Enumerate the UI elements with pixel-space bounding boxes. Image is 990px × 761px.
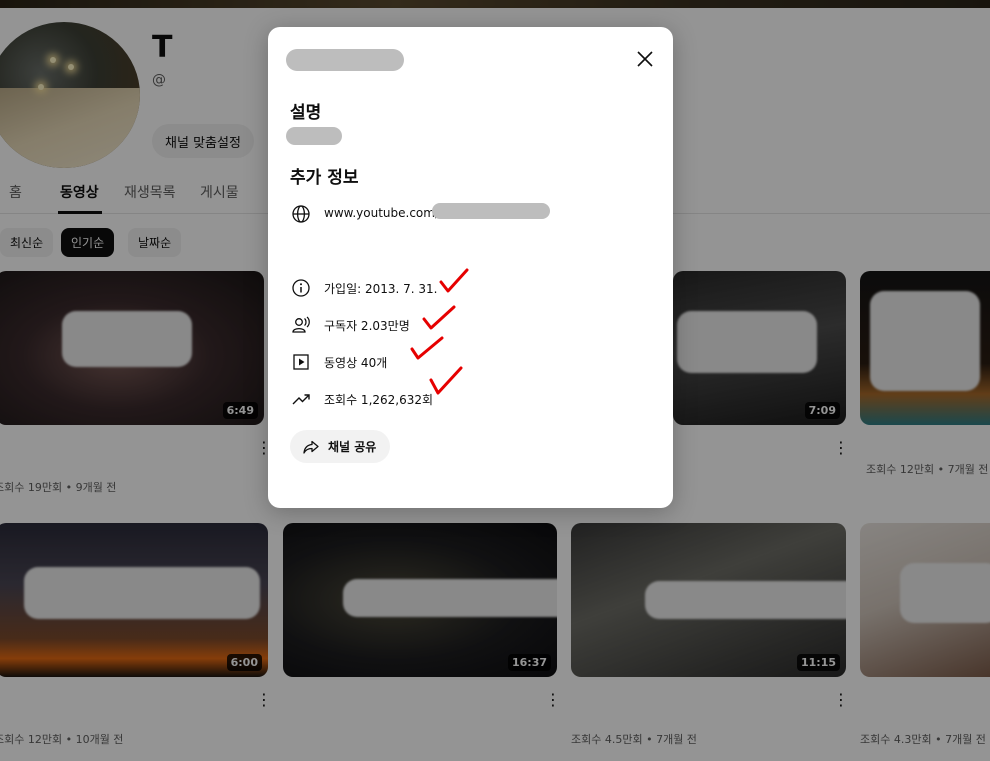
description-heading: 설명 [290,103,322,123]
view-count-row: 조회수 1,262,632회 [290,387,433,411]
more-info-heading: 추가 정보 [290,168,359,188]
check-annotation [439,268,469,293]
subscribers-row: 구독자 2.03만명 [290,313,410,337]
subscriber-count: 구독자 2.03만명 [324,319,410,333]
check-annotation [410,336,444,360]
about-dialog: 설명 추가 정보 www.youtube.com/@ 가입일: 2013. 7.… [268,27,673,508]
close-button[interactable] [632,46,658,72]
globe-icon [290,203,312,225]
redacted-description [286,127,342,145]
share-channel-button[interactable]: 채널 공유 [290,430,391,463]
trending-icon [290,388,312,410]
redacted-url [432,203,550,219]
view-count: 조회수 1,262,632회 [324,393,434,407]
share-button-label: 채널 공유 [328,440,377,454]
video-icon [290,351,312,373]
joined-date: 가입일: 2013. 7. 31. [324,282,438,296]
close-icon [637,51,653,67]
info-icon [290,277,312,299]
subscribers-icon [290,314,312,336]
video-count-row: 동영상 40개 [290,350,387,374]
check-annotation [422,305,456,330]
share-icon [303,440,319,454]
joined-row: 가입일: 2013. 7. 31. [290,276,438,300]
video-count: 동영상 40개 [324,356,388,370]
channel-url-row[interactable]: www.youtube.com/@ [290,202,451,226]
redacted-channel-title [286,49,404,71]
check-annotation [429,366,463,395]
